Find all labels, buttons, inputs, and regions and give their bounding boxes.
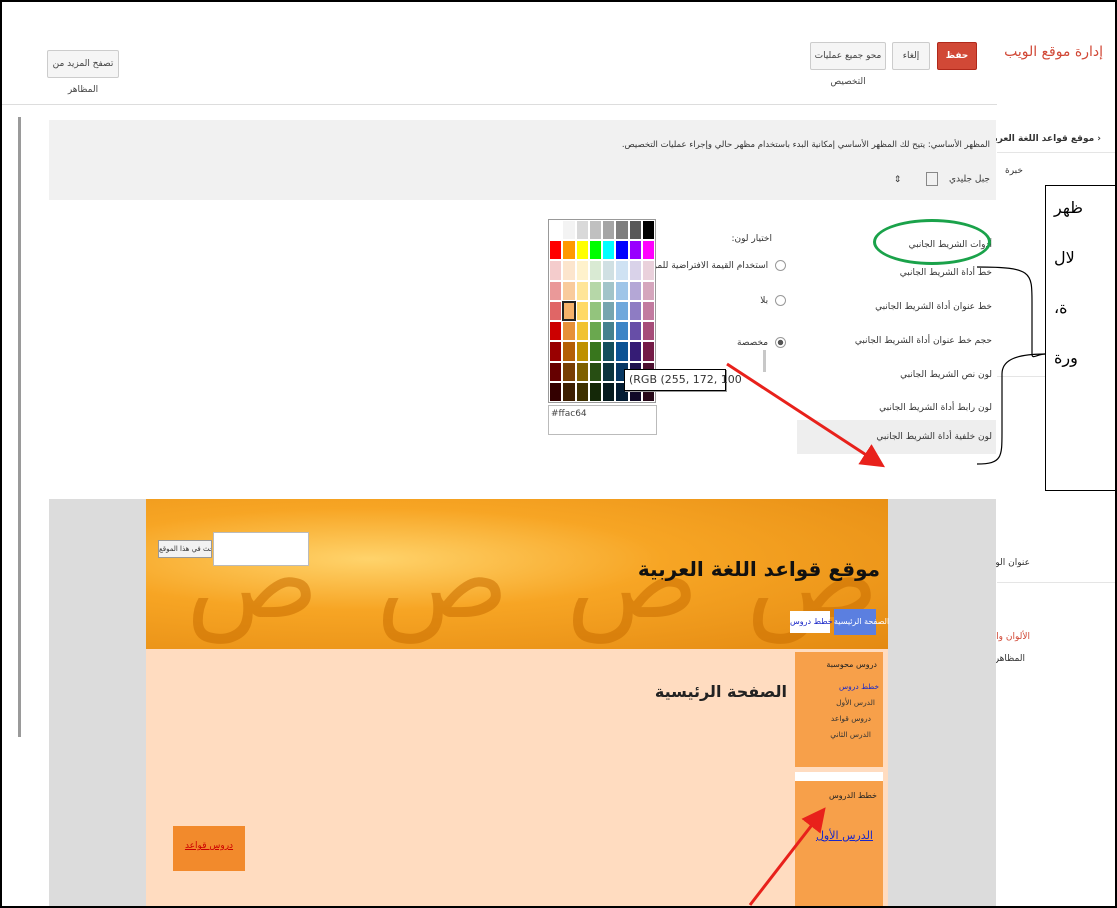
annotation-arrow (748, 807, 826, 906)
screen-frame: إدارة موقع الويب حفظ إلغاء محو جميع عملي… (0, 0, 1117, 908)
annotation-arrow (726, 362, 886, 468)
annotation-overlay (726, 266, 1046, 906)
callout-bracket-line (976, 353, 1046, 465)
callout-bracket-line (976, 266, 1046, 358)
